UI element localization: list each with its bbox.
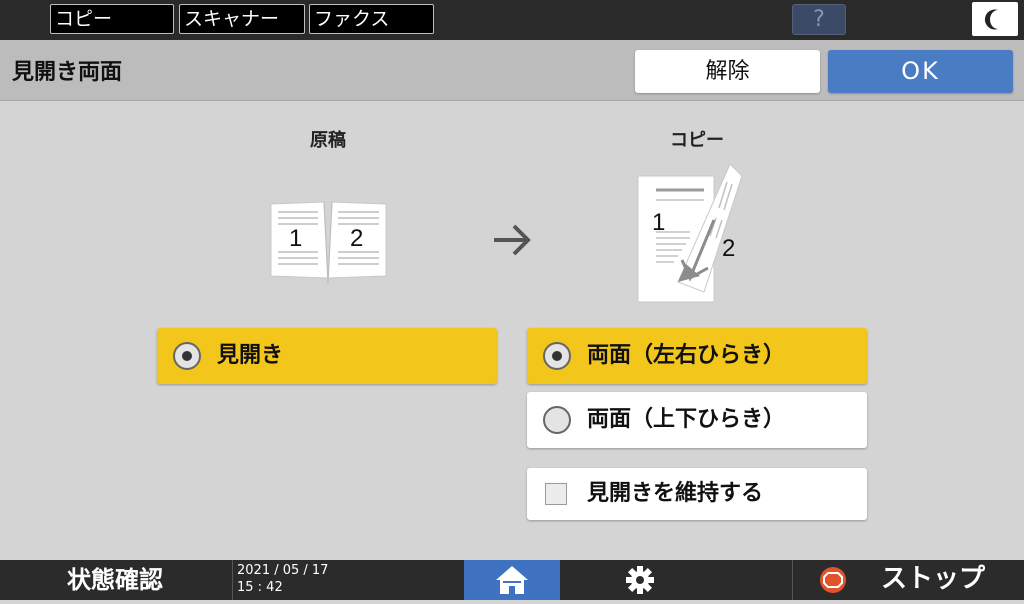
home-icon xyxy=(496,566,528,594)
original-label: 原稿 xyxy=(310,130,346,151)
duplex-copy-icon: 1 2 xyxy=(637,163,743,303)
option-label: 見開きを維持する xyxy=(587,481,764,506)
duplex-left-right-option[interactable]: 両面（左右ひらき） xyxy=(527,328,867,384)
ok-button[interactable]: OK xyxy=(828,50,1013,93)
tab-fax[interactable]: ファクス xyxy=(309,4,434,34)
stop-button[interactable]: ストップ xyxy=(792,560,1024,600)
radio-selected-icon xyxy=(173,342,201,370)
radio-selected-icon xyxy=(543,342,571,370)
original-spread-option[interactable]: 見開き xyxy=(157,328,497,384)
moon-icon xyxy=(984,9,998,30)
energy-saver-button[interactable] xyxy=(972,2,1018,36)
tab-scanner[interactable]: スキャナー xyxy=(179,4,305,34)
date-text: 2021 / 05 / 17 xyxy=(237,563,329,578)
bottom-bar: 状態確認 2021 / 05 / 17 15 : 42 ストップ xyxy=(0,560,1024,600)
copy-page-front: 1 xyxy=(652,209,665,236)
stop-icon xyxy=(820,567,846,593)
home-button[interactable] xyxy=(464,560,560,600)
gear-icon xyxy=(626,566,654,594)
arrow-right-icon xyxy=(494,224,531,256)
date-time: 2021 / 05 / 17 15 : 42 xyxy=(232,560,462,600)
copy-page-back: 2 xyxy=(722,235,735,262)
page-title: 見開き両面 xyxy=(12,60,123,85)
time-text: 15 : 42 xyxy=(237,580,283,595)
cancel-button[interactable]: 解除 xyxy=(635,50,820,93)
header-bar: 見開き両面 解除 OK xyxy=(0,40,1024,101)
original-page-left: 1 xyxy=(289,225,302,252)
original-page-right: 2 xyxy=(350,225,363,252)
help-button[interactable]: ? xyxy=(792,4,846,35)
settings-button[interactable] xyxy=(620,560,660,600)
top-bar: コピー スキャナー ファクス ? xyxy=(0,0,1024,40)
option-label: 見開き xyxy=(217,343,284,368)
option-label: 両面（左右ひらき） xyxy=(587,343,786,368)
option-label: 両面（上下ひらき） xyxy=(587,407,786,432)
open-book-icon: 1 2 xyxy=(270,201,387,285)
help-icon: ? xyxy=(813,7,825,32)
duplex-top-bottom-option[interactable]: 両面（上下ひらき） xyxy=(527,392,867,448)
keep-spread-option[interactable]: 見開きを維持する xyxy=(527,468,867,520)
checkbox-icon xyxy=(545,483,567,505)
copy-label: コピー xyxy=(670,130,724,151)
tab-copy[interactable]: コピー xyxy=(50,4,174,34)
stop-label: ストップ xyxy=(881,564,986,594)
radio-unselected-icon xyxy=(543,406,571,434)
status-check-button[interactable]: 状態確認 xyxy=(0,560,230,600)
